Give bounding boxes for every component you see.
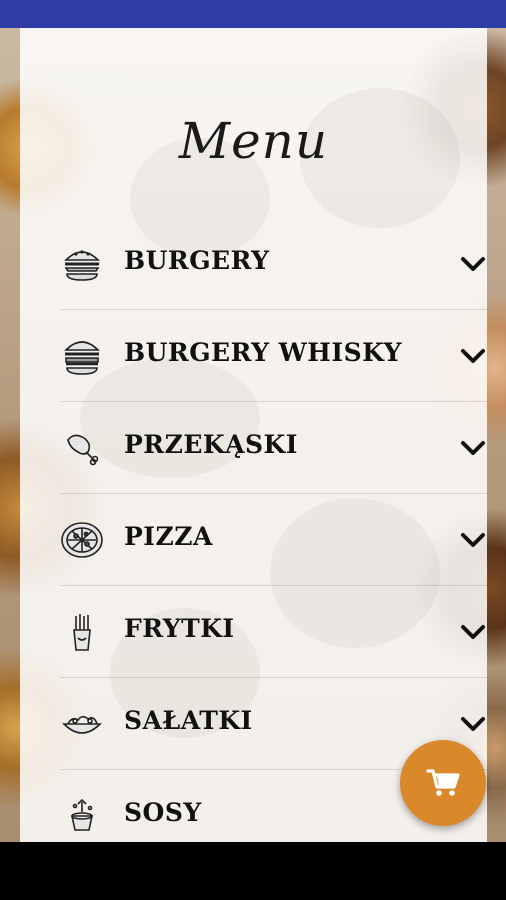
chevron-down-icon bbox=[459, 346, 487, 366]
category-item-frytki[interactable]: FRYTKI bbox=[60, 586, 487, 678]
chevron-down-icon bbox=[459, 254, 487, 274]
salad-bowl-icon bbox=[60, 702, 104, 746]
category-label: SAŁATKI bbox=[124, 706, 253, 735]
category-label: FRYTKI bbox=[124, 614, 235, 643]
category-label: BURGERY WHISKY bbox=[124, 338, 403, 367]
category-label: PRZEKĄSKI bbox=[124, 430, 298, 459]
chevron-down-icon bbox=[459, 438, 487, 458]
status-bar bbox=[0, 0, 506, 28]
shopping-cart-icon bbox=[426, 769, 460, 796]
navigation-bar bbox=[0, 842, 506, 900]
chicken-leg-icon bbox=[60, 426, 104, 470]
chevron-down-icon bbox=[459, 622, 487, 642]
sauce-cup-icon bbox=[60, 794, 104, 838]
category-label: SOSY bbox=[124, 798, 202, 827]
menu-panel: Menu BURGERY BURGERY WHISKY PRZEKĄSKI PI… bbox=[20, 28, 487, 862]
chevron-down-icon bbox=[459, 530, 487, 550]
category-item-burgery[interactable]: BURGERY bbox=[60, 218, 487, 310]
chevron-down-icon bbox=[459, 714, 487, 734]
fries-icon bbox=[60, 610, 104, 654]
category-label: BURGERY bbox=[124, 246, 270, 275]
burger-icon bbox=[60, 242, 104, 286]
pizza-icon bbox=[60, 518, 104, 562]
category-item-pizza[interactable]: PIZZA bbox=[60, 494, 487, 586]
burger-whisky-icon bbox=[60, 334, 104, 378]
page-title: Menu bbox=[178, 112, 329, 170]
category-item-przekaski[interactable]: PRZEKĄSKI bbox=[60, 402, 487, 494]
category-item-burgery-whisky[interactable]: BURGERY WHISKY bbox=[60, 310, 487, 402]
category-label: PIZZA bbox=[124, 522, 213, 551]
cart-button[interactable] bbox=[400, 740, 486, 826]
